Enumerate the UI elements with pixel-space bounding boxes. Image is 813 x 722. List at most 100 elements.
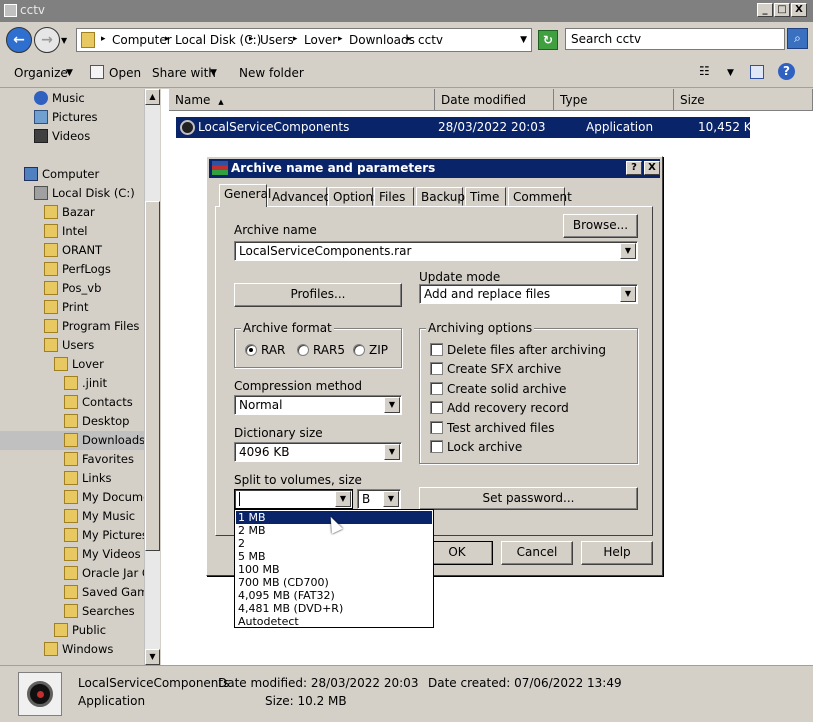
- create-solid-checkbox[interactable]: [430, 382, 443, 395]
- chevron-down-icon[interactable]: ▼: [384, 397, 400, 413]
- tab-advanced[interactable]: Advanced: [267, 187, 331, 206]
- breadcrumb-separator-icon[interactable]: ▸: [249, 34, 254, 44]
- search-input[interactable]: Search cctv: [565, 28, 785, 50]
- share-with-button[interactable]: Share with: [152, 66, 216, 80]
- test-archived-checkbox[interactable]: [430, 421, 443, 434]
- nav-item-searches[interactable]: Searches: [0, 602, 145, 621]
- breadcrumb-lover[interactable]: Lover: [304, 33, 337, 47]
- delete-after-checkbox[interactable]: [430, 343, 443, 356]
- help-button[interactable]: Help: [581, 541, 653, 565]
- breadcrumb-users[interactable]: Users: [260, 33, 294, 47]
- split-option[interactable]: 4,481 MB (DVD+R): [236, 602, 432, 615]
- split-unit-select[interactable]: B ▼: [357, 489, 401, 509]
- column-header-type[interactable]: Type: [554, 89, 674, 111]
- format-rar-radio[interactable]: [245, 344, 257, 356]
- recovery-record-checkbox[interactable]: [430, 401, 443, 414]
- nav-item-contacts[interactable]: Contacts: [0, 393, 145, 412]
- split-option[interactable]: 5 MB: [236, 550, 432, 563]
- lock-archive-checkbox[interactable]: [430, 440, 443, 453]
- nav-item-music[interactable]: Music: [0, 89, 145, 108]
- view-dropdown-icon[interactable]: ▼: [727, 68, 734, 78]
- format-zip-radio[interactable]: [353, 344, 365, 356]
- nav-item-perflogs[interactable]: PerfLogs: [0, 260, 145, 279]
- tab-general[interactable]: General: [219, 184, 271, 207]
- breadcrumb-separator-icon[interactable]: ▸: [165, 34, 170, 44]
- nav-item-my-documents[interactable]: My Documen: [0, 488, 157, 507]
- nav-item-pos-vb[interactable]: Pos_vb: [0, 279, 145, 298]
- nav-item-users[interactable]: Users: [0, 336, 145, 355]
- nav-item-jinit[interactable]: .jinit: [0, 374, 145, 393]
- create-sfx-checkbox[interactable]: [430, 362, 443, 375]
- nav-item-pictures[interactable]: Pictures: [0, 108, 145, 127]
- split-option[interactable]: 2: [236, 537, 432, 550]
- nav-item-public[interactable]: Public: [0, 621, 145, 640]
- dictionary-select[interactable]: 4096 KB ▼: [234, 442, 402, 462]
- search-icon[interactable]: ⌕: [787, 28, 808, 49]
- new-folder-button[interactable]: New folder: [239, 66, 304, 80]
- recent-pages-dropdown-icon[interactable]: ▼: [61, 36, 67, 45]
- nav-item-videos[interactable]: Videos: [0, 127, 145, 146]
- scroll-thumb[interactable]: [145, 201, 160, 551]
- address-dropdown-icon[interactable]: ▼: [520, 35, 527, 45]
- tab-time[interactable]: Time: [465, 187, 506, 206]
- split-option[interactable]: 4,095 MB (FAT32): [236, 589, 432, 602]
- share-dropdown-icon[interactable]: ▼: [210, 68, 217, 78]
- refresh-button[interactable]: ↻: [538, 30, 558, 50]
- column-header-name[interactable]: Name ▲: [169, 89, 435, 111]
- nav-item-bazar[interactable]: Bazar: [0, 203, 145, 222]
- breadcrumb-separator-icon[interactable]: ▸: [338, 34, 343, 44]
- chevron-down-icon[interactable]: ▼: [620, 243, 636, 259]
- dialog-help-button[interactable]: ?: [626, 161, 642, 175]
- breadcrumb-separator-icon[interactable]: ▸: [101, 34, 106, 44]
- nav-item-orant[interactable]: ORANT: [0, 241, 145, 260]
- close-button[interactable]: X: [791, 3, 807, 17]
- nav-item-my-pictures[interactable]: My Pictures: [0, 526, 148, 545]
- forward-button[interactable]: →: [34, 27, 60, 53]
- breadcrumb-cctv[interactable]: cctv: [418, 33, 443, 47]
- column-header-size[interactable]: Size: [674, 89, 813, 111]
- back-button[interactable]: ←: [6, 27, 32, 53]
- maximize-button[interactable]: □: [774, 3, 790, 17]
- file-row[interactable]: LocalServiceComponents 28/03/2022 20:03 …: [176, 117, 760, 138]
- nav-item-saved-games[interactable]: Saved Game: [0, 583, 155, 602]
- tab-comment[interactable]: Comment: [508, 187, 572, 206]
- profiles-button[interactable]: Profiles...: [234, 283, 402, 307]
- split-option[interactable]: Autodetect: [236, 615, 432, 628]
- compression-select[interactable]: Normal ▼: [234, 395, 402, 415]
- organize-dropdown-icon[interactable]: ▼: [66, 68, 73, 78]
- scroll-up-icon[interactable]: ▲: [145, 89, 160, 105]
- breadcrumb-separator-icon[interactable]: ▸: [293, 34, 298, 44]
- nav-item-program-files[interactable]: Program Files: [0, 317, 145, 336]
- organize-button[interactable]: Organize: [14, 66, 68, 80]
- nav-item-computer[interactable]: Computer: [0, 165, 145, 184]
- breadcrumb-downloads[interactable]: Downloads: [349, 33, 415, 47]
- view-options-icon[interactable]: ☷: [699, 64, 710, 78]
- tab-options[interactable]: Options: [328, 187, 379, 206]
- breadcrumb-computer[interactable]: Computer: [112, 33, 172, 47]
- nav-item-downloads[interactable]: Downloads: [0, 431, 145, 450]
- tab-backup[interactable]: Backup: [416, 187, 465, 206]
- chevron-down-icon[interactable]: ▼: [335, 491, 351, 507]
- nav-item-desktop[interactable]: Desktop: [0, 412, 145, 431]
- breadcrumb[interactable]: ▸ Computer ▸ Local Disk (C:) ▸ Users ▸ L…: [76, 28, 532, 52]
- nav-item-print[interactable]: Print: [0, 298, 145, 317]
- help-icon[interactable]: ?: [778, 63, 795, 80]
- update-mode-select[interactable]: Add and replace files ▼: [419, 284, 638, 304]
- minimize-button[interactable]: _: [757, 3, 773, 17]
- nav-item-my-music[interactable]: My Music: [0, 507, 145, 526]
- chevron-down-icon[interactable]: ▼: [620, 286, 636, 302]
- nav-item-intel[interactable]: Intel: [0, 222, 145, 241]
- cancel-button[interactable]: Cancel: [501, 541, 573, 565]
- open-button[interactable]: Open: [109, 66, 141, 80]
- chevron-down-icon[interactable]: ▼: [383, 491, 399, 507]
- nav-item-windows[interactable]: Windows: [0, 640, 145, 659]
- archive-name-combo[interactable]: LocalServiceComponents.rar ▼: [234, 241, 638, 261]
- chevron-down-icon[interactable]: ▼: [384, 444, 400, 460]
- tab-files[interactable]: Files: [374, 187, 414, 206]
- breadcrumb-separator-icon[interactable]: ▸: [407, 34, 412, 44]
- nav-item-my-videos[interactable]: My Videos: [0, 545, 145, 564]
- split-size-input[interactable]: ▼: [234, 489, 353, 509]
- preview-pane-icon[interactable]: [750, 65, 764, 79]
- nav-scrollbar[interactable]: ▲ ▼: [144, 89, 160, 665]
- nav-item-lover[interactable]: Lover: [0, 355, 145, 374]
